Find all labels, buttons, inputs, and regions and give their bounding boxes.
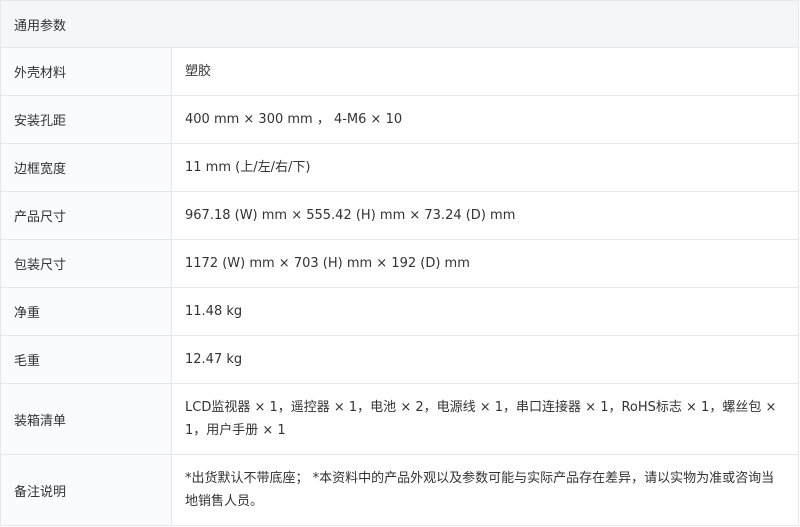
spec-label: 净重 [1, 288, 172, 335]
spec-value: 1172 (W) mm × 703 (H) mm × 192 (D) mm [185, 256, 470, 271]
spec-table: 通用参数 外壳材料 塑胶 安装孔距 400 mm × 300 mm ， 4-M6… [0, 0, 799, 526]
spec-value: 塑胶 [185, 64, 212, 79]
spec-row-product-size: 产品尺寸 967.18 (W) mm × 555.42 (H) mm × 73.… [1, 192, 798, 240]
spec-value: LCD监视器 × 1，遥控器 × 1，电池 × 2，电源线 × 1，串口连接器 … [185, 400, 777, 438]
spec-label: 产品尺寸 [1, 192, 172, 239]
spec-row-mounting-holes: 安装孔距 400 mm × 300 mm ， 4-M6 × 10 [1, 96, 798, 144]
spec-row-package-size: 包装尺寸 1172 (W) mm × 703 (H) mm × 192 (D) … [1, 240, 798, 288]
spec-value: 400 mm × 300 mm ， 4-M6 × 10 [185, 112, 403, 127]
spec-value: *出货默认不带底座； *本资料中的产品外观以及参数可能与实际产品存在差异，请以实… [185, 471, 775, 509]
spec-row-gross-weight: 毛重 12.47 kg [1, 336, 798, 384]
spec-label: 装箱清单 [1, 384, 172, 454]
spec-row-bezel-width: 边框宽度 11 mm (上/左/右/下) [1, 144, 798, 192]
spec-value: 11 mm (上/左/右/下) [185, 160, 311, 175]
spec-row-housing-material: 外壳材料 塑胶 [1, 48, 798, 96]
spec-row-remarks: 备注说明 *出货默认不带底座； *本资料中的产品外观以及参数可能与实际产品存在差… [1, 455, 798, 526]
spec-value: 12.47 kg [185, 352, 243, 367]
spec-label: 外壳材料 [1, 48, 172, 95]
spec-value: 967.18 (W) mm × 555.42 (H) mm × 73.24 (D… [185, 208, 516, 223]
spec-label: 毛重 [1, 336, 172, 383]
spec-row-packing-list: 装箱清单 LCD监视器 × 1，遥控器 × 1，电池 × 2，电源线 × 1，串… [1, 384, 798, 455]
section-title: 通用参数 [14, 18, 67, 34]
spec-row-net-weight: 净重 11.48 kg [1, 288, 798, 336]
spec-label: 包装尺寸 [1, 240, 172, 287]
spec-label: 边框宽度 [1, 144, 172, 191]
spec-value: 11.48 kg [185, 304, 243, 319]
spec-label: 安装孔距 [1, 96, 172, 143]
section-header: 通用参数 [1, 0, 798, 48]
spec-label: 备注说明 [1, 455, 172, 525]
